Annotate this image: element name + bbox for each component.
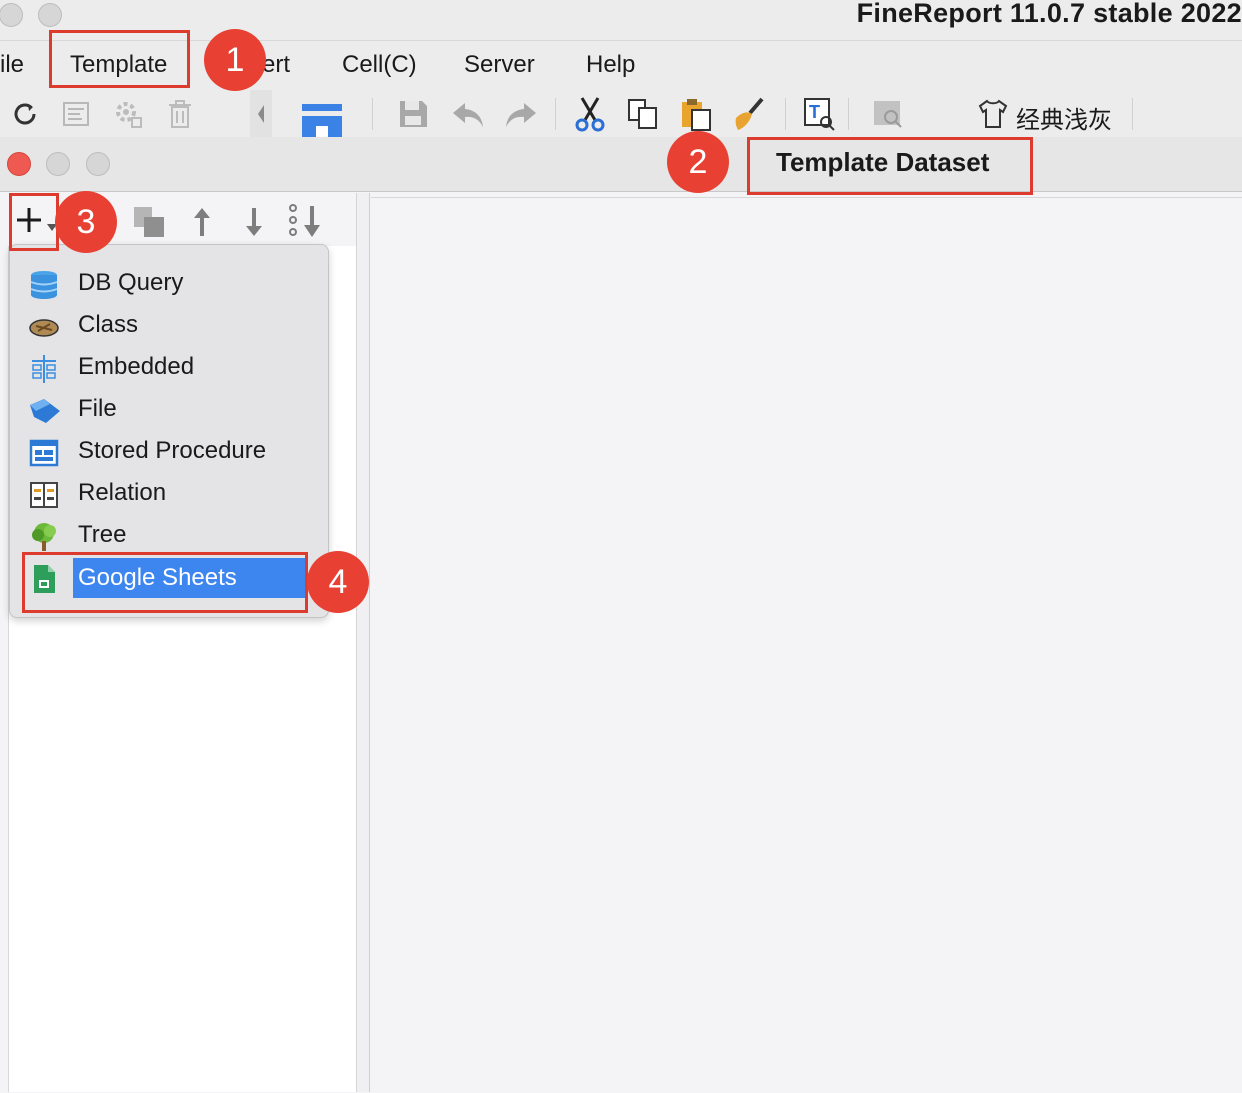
step-badge-1: 1 [204,29,266,91]
menu-item-db-query[interactable]: DB Query [24,264,324,304]
menu-cell[interactable]: Cell(C) [342,51,417,79]
highlight-template-menu [49,30,190,88]
template-properties-icon[interactable] [58,96,94,132]
window-close-button[interactable] [0,3,23,27]
embedded-icon [28,353,60,385]
dataset-detail-pane [371,197,1242,1093]
relation-icon [28,479,60,511]
step-badge-4: 4 [307,551,369,613]
preview-icon[interactable] [300,104,344,138]
menu-item-label: Class [78,311,139,338]
app-title: FineReport 11.0.7 stable 2022 [856,0,1242,28]
format-painter-brush-icon[interactable] [732,96,768,132]
window-minimize-button[interactable] [38,3,62,27]
step-badge-2: 2 [667,131,729,193]
theme-label[interactable]: 经典浅灰 [1016,100,1112,135]
menu-item-tree[interactable]: Tree [24,516,324,556]
toolbar: T 经典浅灰 [0,90,1242,139]
menu-file[interactable]: ile [0,51,24,79]
svg-text:T: T [809,102,820,122]
cut-scissors-icon[interactable] [572,96,608,132]
highlight-add-button [9,193,59,251]
highlight-dialog-title [747,137,1033,195]
tree-icon [28,521,60,553]
file-icon [28,395,60,427]
menu-item-stored-procedure[interactable]: Stored Procedure [24,432,324,472]
highlight-google-sheets [22,552,308,613]
dialog-close-button[interactable] [7,152,31,176]
stored-procedure-icon [28,437,60,469]
panel-splitter[interactable] [356,193,370,1092]
menu-help[interactable]: Help [586,51,635,79]
save-icon[interactable] [395,96,431,132]
menu-insert[interactable]: ert [262,51,290,79]
delete-trash-icon[interactable] [162,96,198,132]
menu-item-label: Stored Procedure [78,437,267,464]
copy-icon[interactable] [625,96,661,132]
copy-dataset-icon[interactable] [132,205,168,244]
move-down-arrow-icon[interactable] [243,205,265,244]
dialog-zoom-button[interactable] [86,152,110,176]
db-query-icon [28,269,60,301]
paste-icon[interactable] [678,96,714,132]
menu-server[interactable]: Server [464,51,535,79]
menu-item-label: DB Query [78,269,184,296]
toolbar-scroll-left[interactable] [250,90,272,138]
move-up-arrow-icon[interactable] [191,205,213,244]
settings-gear-icon[interactable] [110,96,146,132]
menu-item-label: File [78,395,117,422]
dialog-titlebar: Template Dataset [0,137,1242,192]
menu-item-file[interactable]: File [24,390,324,430]
menu-item-relation[interactable]: Relation [24,474,324,514]
refresh-icon[interactable] [7,96,43,132]
dialog-minimize-button[interactable] [46,152,70,176]
class-icon [28,311,60,343]
menu-item-class[interactable]: Class [24,306,324,346]
menu-item-embedded[interactable]: Embedded [24,348,324,388]
text-search-icon[interactable]: T [801,96,837,132]
image-search-icon[interactable] [870,96,906,132]
theme-shirt-icon[interactable] [975,96,1011,132]
menu-item-label: Embedded [78,353,195,380]
redo-icon[interactable] [503,96,539,132]
undo-icon[interactable] [450,96,486,132]
step-badge-3: 3 [55,191,117,253]
menu-item-label: Tree [78,521,127,548]
sort-icon[interactable] [288,203,324,244]
menu-item-label: Relation [78,479,167,506]
